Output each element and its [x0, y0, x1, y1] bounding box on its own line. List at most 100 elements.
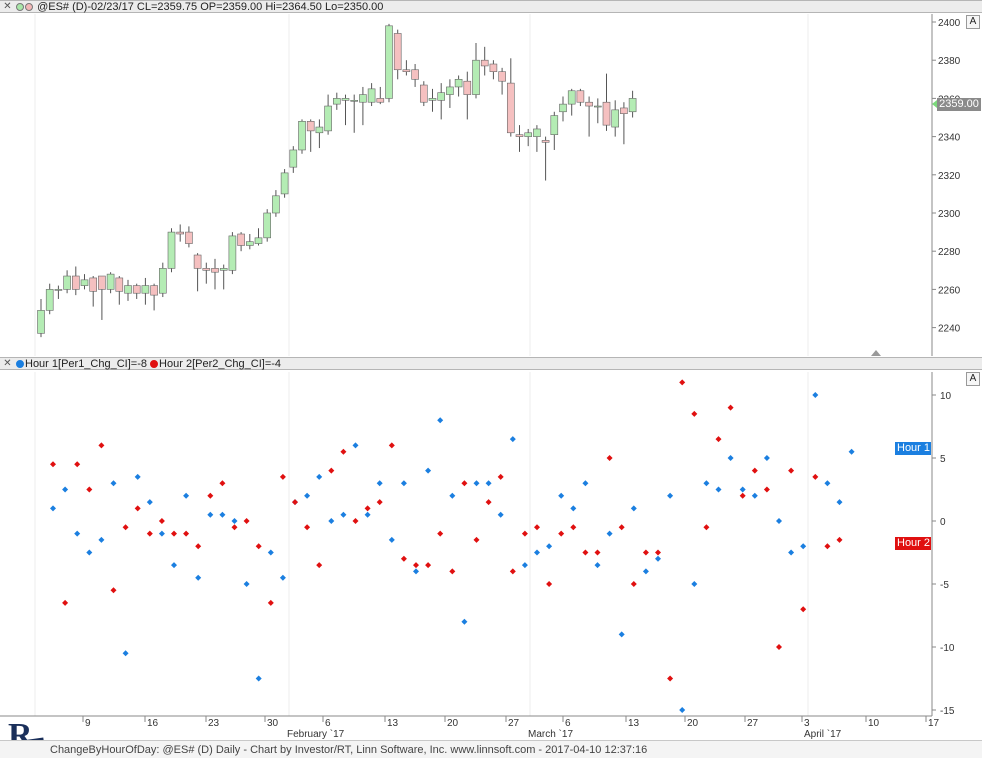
hour2-point	[824, 543, 831, 550]
hour1-point	[328, 518, 335, 524]
x-tick-label: 9	[85, 718, 91, 729]
hour1-point	[195, 574, 202, 581]
price-tick-label: 2380	[938, 56, 961, 67]
up-candle	[385, 25, 393, 99]
up-candle	[533, 128, 541, 137]
down-candle	[115, 277, 124, 292]
hour1-point	[388, 536, 395, 543]
up-candle	[263, 212, 272, 239]
hour2-series-tag: Hour 2	[895, 537, 931, 550]
hour1-point	[485, 480, 492, 487]
hour1-point	[618, 631, 625, 638]
up-candle	[45, 289, 54, 311]
up-candle	[472, 59, 480, 95]
hour2-point	[195, 543, 202, 550]
hour1-point	[74, 530, 81, 537]
hour2-point	[582, 549, 589, 556]
hour2-point	[521, 530, 528, 537]
down-candle	[306, 121, 315, 132]
hour1-point	[594, 562, 601, 569]
up-candle	[611, 109, 620, 128]
up-candle	[550, 115, 559, 135]
x-tick-label: 3	[804, 718, 810, 729]
month-label: March `17	[528, 728, 573, 740]
hour2-point	[158, 518, 165, 524]
up-candle	[367, 88, 376, 103]
x-tick-label: 13	[387, 718, 399, 729]
x-tick-label: 20	[447, 718, 459, 729]
hour1-point	[715, 486, 722, 493]
hour1-point	[703, 480, 710, 487]
down-candle	[202, 268, 211, 271]
hour2-point	[763, 486, 770, 493]
hour1-point	[449, 492, 456, 499]
price-tick-label: 2280	[938, 247, 961, 258]
hour1-point	[836, 499, 843, 506]
hour2-point	[655, 549, 661, 556]
hour1-point	[207, 511, 214, 518]
down-candle	[506, 82, 515, 134]
hour1-point	[630, 505, 637, 512]
hour2-point	[134, 505, 141, 512]
hour2-point	[207, 492, 214, 499]
up-candle	[332, 98, 341, 105]
hour1-point	[413, 568, 419, 575]
hour2-point	[122, 524, 129, 531]
indicator-tick-label: -10	[940, 643, 955, 654]
price-autoscale-button[interactable]: A	[966, 15, 980, 29]
hour1-point	[558, 492, 565, 499]
up-candle	[80, 279, 89, 286]
up-candle	[37, 310, 45, 334]
hour2-point	[812, 473, 819, 480]
hour2-point	[739, 492, 746, 499]
hour1-point	[183, 492, 190, 499]
down-candle	[211, 268, 219, 273]
down-candle	[419, 84, 428, 103]
hour1-point	[171, 562, 177, 569]
down-candle	[489, 63, 498, 72]
hour2-point	[703, 524, 710, 531]
hour1-point	[86, 549, 93, 556]
hour1-point	[751, 492, 758, 499]
hour1-point	[400, 480, 407, 487]
axes: 2400238023602340232023002280226022401050…	[0, 14, 961, 740]
hour1-point	[534, 549, 540, 556]
hour2-point	[304, 524, 311, 531]
up-candle	[559, 103, 567, 113]
x-tick-label: 6	[565, 718, 571, 729]
price-tick-label: 2400	[938, 18, 961, 29]
hour2-point	[449, 568, 456, 575]
up-candle	[437, 92, 446, 101]
down-candle	[402, 69, 411, 72]
hour1-point	[376, 480, 383, 487]
up-candle	[167, 231, 176, 269]
hour1-point	[50, 505, 56, 512]
x-tick-label: 27	[508, 718, 520, 729]
hour2-point	[364, 505, 371, 512]
indicator-autoscale-button[interactable]: A	[966, 372, 980, 386]
hour2-point	[146, 530, 153, 537]
hour2-point	[667, 675, 674, 682]
up-candle	[567, 90, 576, 105]
hour2-point	[340, 448, 347, 455]
up-candle	[524, 132, 533, 137]
hour2-point	[485, 499, 492, 506]
down-candle	[72, 275, 80, 290]
hour1-point	[425, 467, 432, 474]
hour2-point	[292, 499, 298, 506]
down-candle	[541, 140, 550, 143]
hour1-point	[146, 499, 153, 506]
chart-canvas[interactable]: 2400238023602340232023002280226022401050…	[0, 0, 982, 740]
hour2-point	[171, 530, 177, 537]
up-candle	[228, 235, 237, 271]
hour2-point	[691, 410, 698, 417]
down-candle	[185, 231, 193, 244]
hour1-point	[243, 581, 250, 587]
footer-text: ChangeByHourOfDay: @ES# (D) Daily - Char…	[50, 744, 648, 756]
up-candle	[63, 275, 71, 290]
hour1-point	[497, 511, 504, 518]
price-tick-label: 2240	[938, 324, 961, 335]
hour1-point	[570, 505, 577, 512]
down-candle	[176, 231, 184, 235]
hour1-point	[691, 581, 698, 587]
